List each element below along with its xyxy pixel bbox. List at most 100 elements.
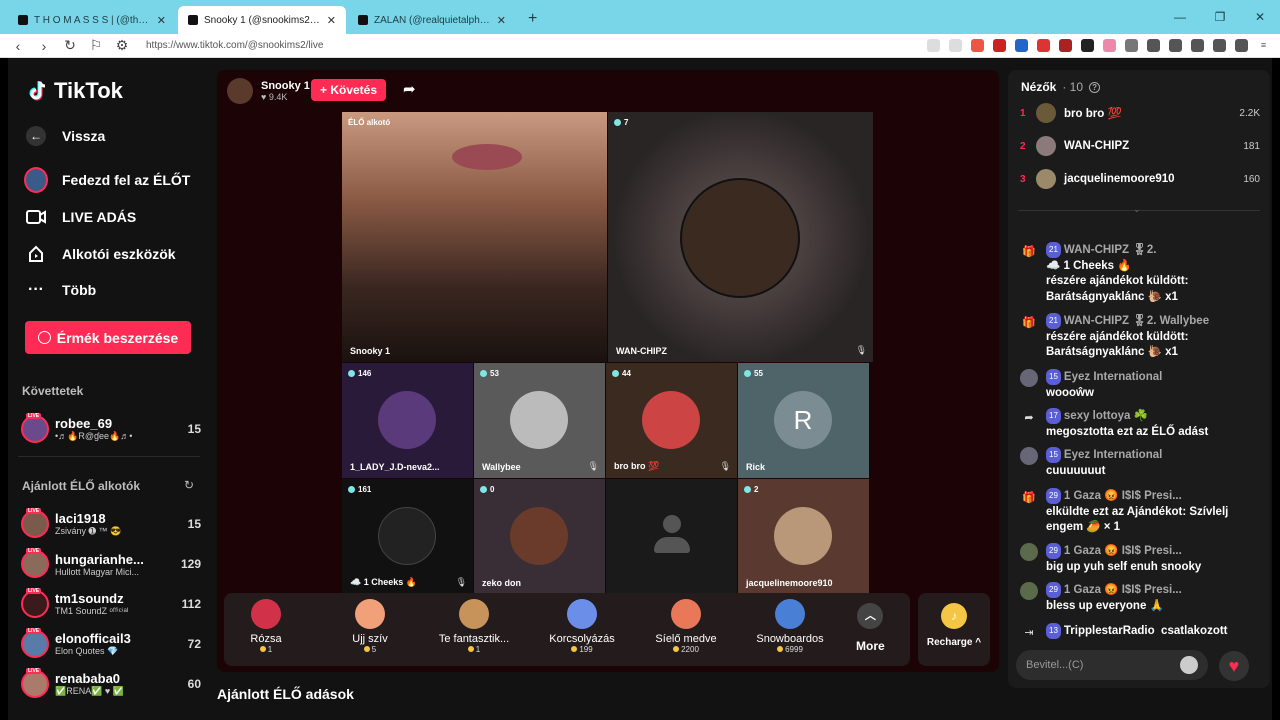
share-icon: ➦ xyxy=(1024,411,1034,424)
top-viewer[interactable]: 2 WAN-CHIPZ 181 xyxy=(1020,135,1260,157)
gift-item[interactable]: Snowboardos 6999 xyxy=(740,599,840,654)
guest-video[interactable]: 161 ☁️ 1 Cheeks 🔥 🎙 xyxy=(342,479,473,594)
level-badge: 29 xyxy=(1046,488,1061,504)
host-info[interactable]: Snooky 1 ♥ 9.4K xyxy=(227,78,310,104)
extension-icon[interactable] xyxy=(1059,39,1072,52)
extension-icon[interactable] xyxy=(1125,39,1138,52)
coin-icon xyxy=(37,331,51,344)
extension-icon[interactable] xyxy=(949,39,962,52)
maximize-icon[interactable]: ❐ xyxy=(1200,10,1240,24)
extension-icon[interactable] xyxy=(1081,39,1094,52)
chat-username[interactable]: 1 Gaza 😡 I$I$ Presi... xyxy=(1064,545,1182,557)
recharge-button[interactable]: ♪ Recharge ^ xyxy=(918,593,990,666)
chat-username[interactable]: Eyez International xyxy=(1064,371,1162,383)
extension-icon[interactable] xyxy=(927,39,940,52)
gift-name: Ujj szív xyxy=(352,633,388,645)
host-likes: ♥ 9.4K xyxy=(261,92,288,102)
chevron-down-icon[interactable]: ⌄ xyxy=(1133,204,1141,215)
extension-icon[interactable] xyxy=(1147,39,1160,52)
close-tab-icon[interactable]: ✕ xyxy=(157,14,166,27)
extension-icon[interactable] xyxy=(1191,39,1204,52)
extension-icon[interactable] xyxy=(1235,39,1248,52)
gift-price: 6999 xyxy=(740,645,840,654)
nav-label: Több xyxy=(62,282,97,298)
recommended-account[interactable]: LIVE tm1soundz TM1 SoundZ ᵒᶠᶠⁱᶜⁱᵃˡ 112 xyxy=(21,588,201,620)
chat-input[interactable] xyxy=(1026,659,1180,671)
browser-tab-1[interactable]: T H O M A S S S | (@thomass ✕ xyxy=(8,6,176,34)
recommended-account[interactable]: LIVE elonofficail3 Elon Quotes 💎 72 xyxy=(21,628,201,660)
cell-name: WAN-CHIPZ xyxy=(616,346,667,356)
info-icon[interactable]: ? xyxy=(1089,81,1101,93)
more-gifts-button[interactable]: ︿ More xyxy=(856,603,885,653)
chat-username[interactable]: 1 Gaza 😡 I$I$ Presi... xyxy=(1064,584,1182,596)
close-tab-icon[interactable]: ✕ xyxy=(497,14,506,27)
share-icon[interactable]: ➦ xyxy=(403,80,416,98)
extension-icon[interactable] xyxy=(1213,39,1226,52)
guest-avatar xyxy=(378,391,436,449)
guest-video[interactable]: 146 1_LADY_J.D-neva2... xyxy=(342,363,473,478)
like-heart-button[interactable]: ♥ xyxy=(1219,651,1249,681)
browser-tab-3[interactable]: ZALÁN (@realquietalpha) ÉLŐ ✕ xyxy=(348,6,516,34)
site-settings-icon[interactable]: ⚙ xyxy=(114,37,130,54)
recommended-account[interactable]: LIVE hungarianhe... Hullott Magyar Mici..… xyxy=(21,548,201,580)
main-host-video[interactable]: ÉLŐ alkotó Snooky 1 xyxy=(342,112,607,362)
chat-username[interactable]: TripplestarRadio xyxy=(1064,625,1155,637)
nav-more[interactable]: ··· Több xyxy=(24,278,96,302)
menu-icon[interactable]: ≡ xyxy=(1257,39,1270,52)
extension-icon[interactable] xyxy=(1015,39,1028,52)
refresh-icon[interactable]: ↻ xyxy=(184,478,194,492)
gift-price: 5 xyxy=(320,645,420,654)
back-link[interactable]: ← Vissza xyxy=(24,124,105,148)
reload-icon[interactable]: ↻ xyxy=(62,37,78,54)
new-tab-icon[interactable]: + xyxy=(518,10,547,34)
guest-video[interactable]: 2 jacquelinemoore910 xyxy=(738,479,869,594)
avatar xyxy=(1020,447,1038,465)
guest-video[interactable]: 55 R Rick xyxy=(738,363,869,478)
nav-creator-tools[interactable]: Alkotói eszközök xyxy=(24,242,176,266)
chat-username[interactable]: Eyez International xyxy=(1064,449,1162,461)
emoji-icon[interactable] xyxy=(1180,656,1198,674)
nav-live-broadcast[interactable]: LIVE ADÁS xyxy=(24,205,136,229)
gift-item[interactable]: Korcsolyázás 199 xyxy=(532,599,632,654)
empty-seat[interactable] xyxy=(606,479,737,594)
chat-username[interactable]: 1 Gaza 😡 I$I$ Presi... xyxy=(1064,490,1182,502)
minimize-icon[interactable]: — xyxy=(1160,10,1200,24)
tiktok-logo[interactable]: TikTok xyxy=(28,78,123,104)
recommended-account[interactable]: LIVE renababa0 ✅RENA✅ ♥ ✅ 60 xyxy=(21,668,201,700)
followed-account[interactable]: LIVE robee_69 •♬🔥R@ɠee🔥♬• 15 xyxy=(21,413,201,445)
followed-title: Követtetek xyxy=(22,384,84,398)
nav-explore-live[interactable]: Fedezd fel az ÉLŐT xyxy=(24,167,190,193)
extension-icon[interactable] xyxy=(971,39,984,52)
forward-arrow-icon[interactable]: › xyxy=(36,38,52,54)
extension-icon[interactable] xyxy=(1103,39,1116,52)
browser-tab-bar: T H O M A S S S | (@thomass ✕ Snooky 1 (… xyxy=(0,0,1280,34)
bookmark-icon[interactable]: ⚐ xyxy=(88,37,104,54)
top-viewer[interactable]: 3 jacquelinemoore910 160 xyxy=(1020,168,1260,190)
back-arrow-icon[interactable]: ‹ xyxy=(10,38,26,54)
guest-video[interactable]: 53 Wallybee 🎙 xyxy=(474,363,605,478)
close-window-icon[interactable]: ✕ xyxy=(1240,10,1280,24)
chat-username[interactable]: WAN-CHIPZ xyxy=(1064,315,1129,327)
guest-video[interactable]: 0 zeko don xyxy=(474,479,605,594)
browser-tab-2[interactable]: Snooky 1 (@snookims2) ÉLŐ ✕ xyxy=(178,6,346,34)
extension-icon[interactable] xyxy=(1169,39,1182,52)
follow-button[interactable]: + Követés xyxy=(311,79,386,101)
gift-item[interactable]: Ujj szív 5 xyxy=(320,599,420,654)
gift-name: Síelő medve xyxy=(655,633,717,645)
chat-username[interactable]: WAN-CHIPZ xyxy=(1064,244,1129,256)
guest-video[interactable]: 7 WAN-CHIPZ 🎙 xyxy=(608,112,873,362)
chat-username[interactable]: sexy lottoya ☘️ xyxy=(1064,410,1148,422)
get-coins-button[interactable]: Érmék beszerzése xyxy=(25,321,191,354)
top-viewer[interactable]: 1 bro bro 💯 2.2K xyxy=(1020,102,1260,124)
gift-item[interactable]: Rózsa 1 xyxy=(216,599,316,654)
recommended-account[interactable]: LIVE laci1918 Zsivány ➊ ™ 😎 15 xyxy=(21,508,201,540)
guest-video[interactable]: 44 bro bro 💯 🎙 xyxy=(606,363,737,478)
url-field[interactable]: https://www.tiktok.com/@snookims2/live xyxy=(140,40,917,51)
close-tab-icon[interactable]: ✕ xyxy=(327,14,336,27)
gift-item[interactable]: Síelő medve 2200 xyxy=(636,599,736,654)
recommended-title: Ajánlott ÉLŐ alkotók xyxy=(22,479,141,493)
extension-icon[interactable] xyxy=(993,39,1006,52)
extension-icon[interactable] xyxy=(1037,39,1050,52)
tiktok-logo-icon xyxy=(29,81,46,101)
gift-item[interactable]: Te fantasztik... 1 xyxy=(424,599,524,654)
